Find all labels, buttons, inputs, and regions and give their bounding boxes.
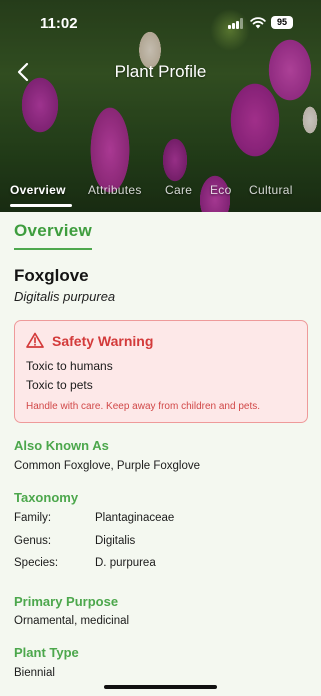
status-time: 11:02 xyxy=(40,15,78,32)
section-title: Overview xyxy=(14,221,93,240)
battery-icon: 95 xyxy=(271,16,293,29)
tab-overview[interactable]: Overview xyxy=(10,183,66,197)
warning-note: Handle with care. Keep away from childre… xyxy=(26,401,261,412)
plant-common-name: Foxglove xyxy=(14,266,89,285)
aka-value: Common Foxglove, Purple Foxglove xyxy=(14,460,200,472)
tab-eco[interactable]: Eco xyxy=(210,183,232,197)
aka-heading: Also Known As xyxy=(14,438,109,453)
taxonomy-heading: Taxonomy xyxy=(14,490,79,505)
home-indicator[interactable] xyxy=(104,685,217,689)
active-tab-indicator xyxy=(10,204,72,207)
taxonomy-value-genus: Digitalis xyxy=(95,535,136,547)
primary-purpose-heading: Primary Purpose xyxy=(14,594,119,609)
page-title: Plant Profile xyxy=(114,62,207,81)
warning-title: Safety Warning xyxy=(52,333,154,349)
plant-scientific-name: Digitalis purpurea xyxy=(14,289,116,304)
taxonomy-key-species: Species: xyxy=(14,557,59,569)
status-bar: 11:02 95 xyxy=(0,0,321,44)
tab-bar: Overview Attributes Care Eco Cultural xyxy=(0,178,321,212)
tab-care[interactable]: Care xyxy=(165,183,192,197)
tab-cultural[interactable]: Cultural xyxy=(249,183,293,197)
taxonomy-value-family: Plantaginaceae xyxy=(95,512,175,524)
warning-line: Toxic to humans xyxy=(26,359,113,373)
wifi-icon xyxy=(250,17,266,29)
plant-type-value: Biennial xyxy=(14,667,55,679)
tab-attributes[interactable]: Attributes xyxy=(88,183,142,197)
plant-type-heading: Plant Type xyxy=(14,645,79,660)
taxonomy-key-genus: Genus: xyxy=(14,535,52,547)
warning-triangle-icon xyxy=(26,332,44,348)
taxonomy-key-family: Family: xyxy=(14,512,52,524)
section-divider xyxy=(14,248,92,250)
taxonomy-value-species: D. purpurea xyxy=(95,557,156,569)
warning-line: Toxic to pets xyxy=(26,378,93,392)
signal-icon xyxy=(228,18,243,29)
safety-warning-card: Safety Warning Toxic to humans Toxic to … xyxy=(14,320,308,423)
primary-purpose-value: Ornamental, medicinal xyxy=(14,615,130,627)
nav-bar: Plant Profile xyxy=(0,56,321,88)
